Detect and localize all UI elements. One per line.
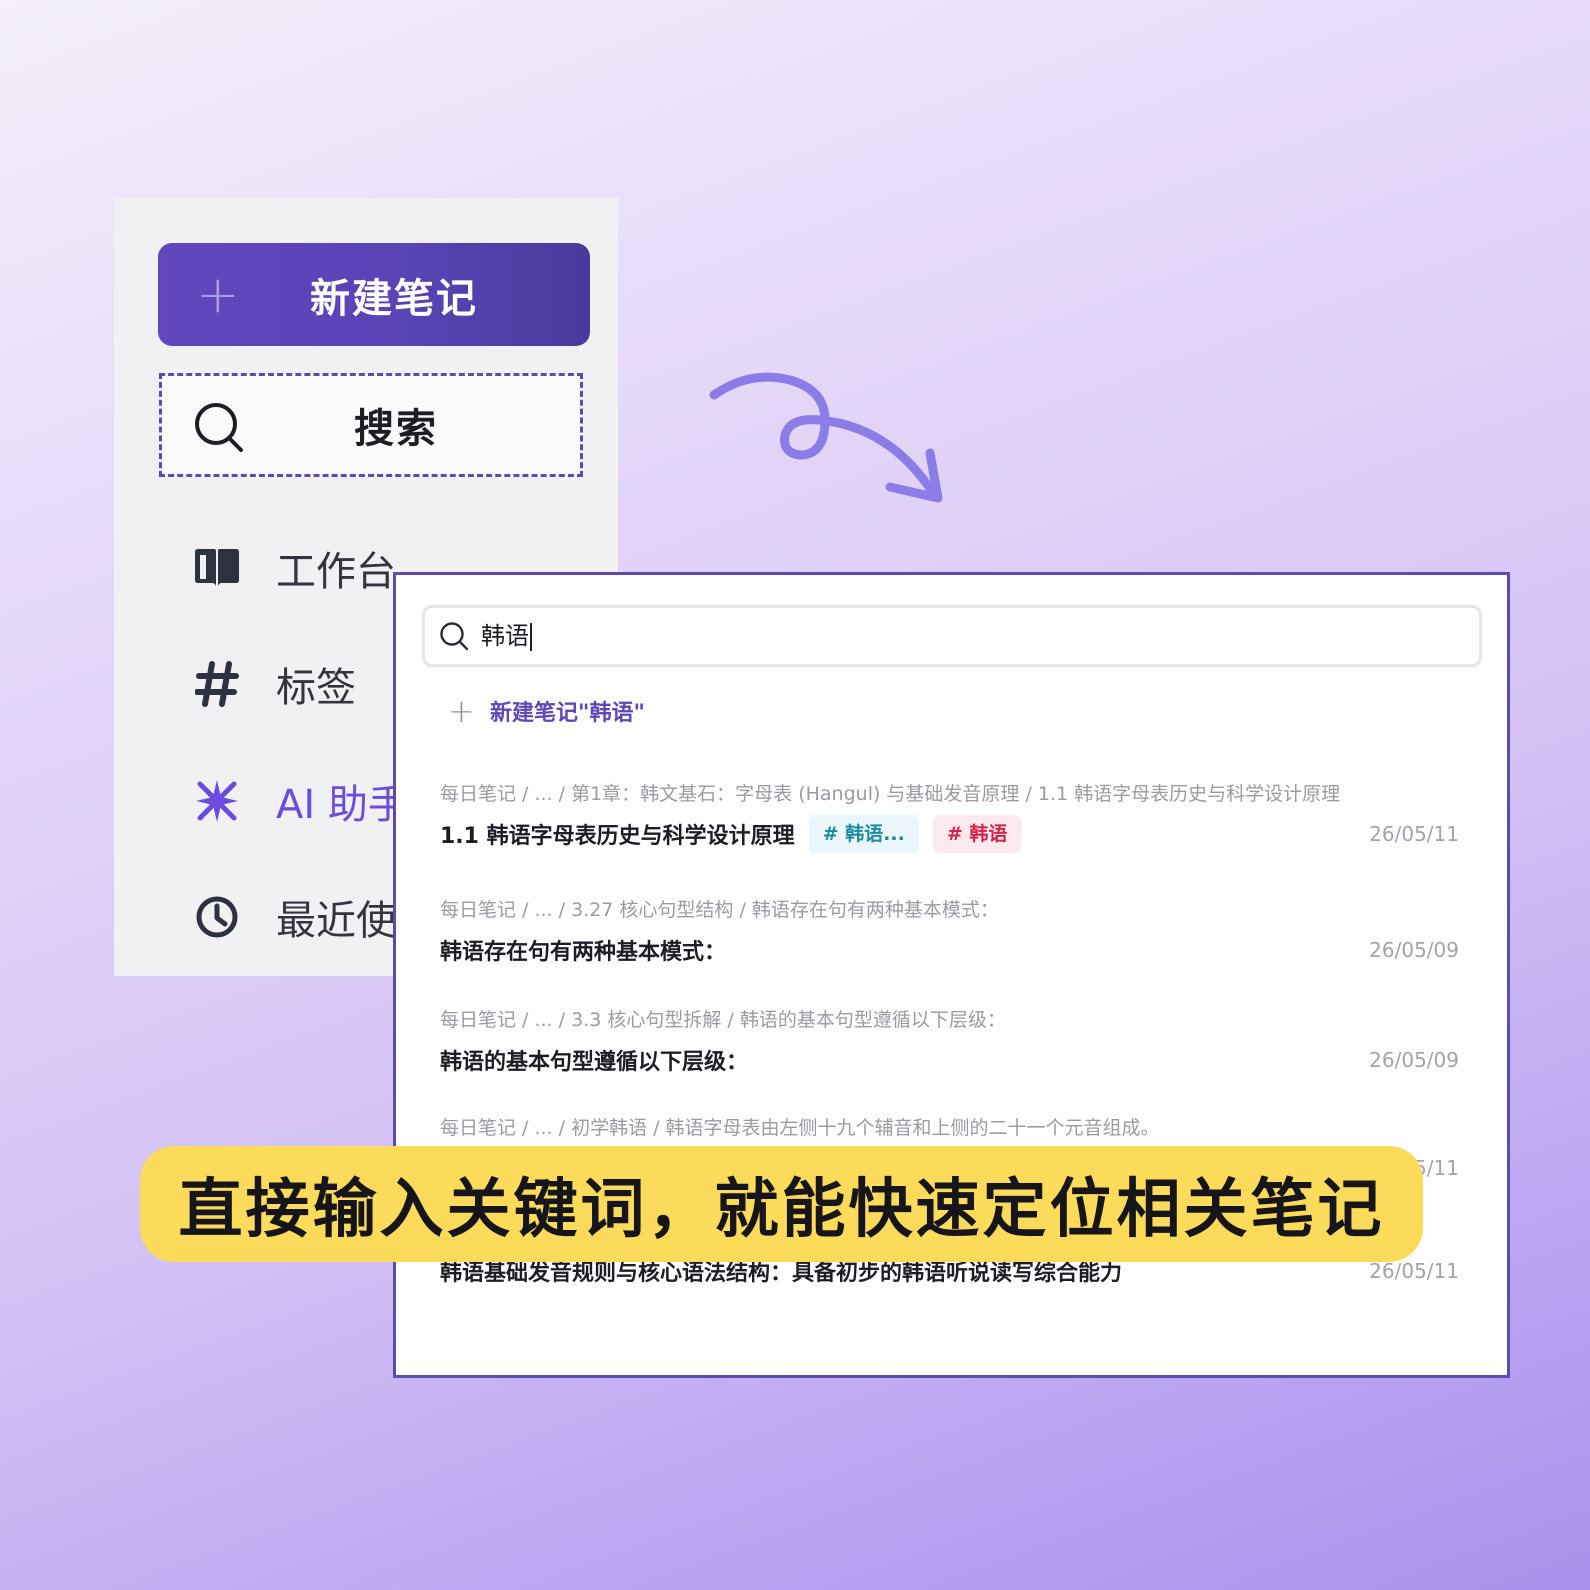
text-caret xyxy=(530,623,532,651)
result-date: 26/05/11 xyxy=(1369,822,1459,846)
search-label: 搜索 xyxy=(354,406,438,452)
result-path: 每日笔记 / ... / 第1章：韩文基石：字母表 (Hangul) 与基础发音… xyxy=(440,783,1341,805)
result-title: 韩语的基本句型遵循以下层级： xyxy=(440,1050,749,1075)
result-path: 每日笔记 / ... / 3.27 核心句型结构 / 韩语存在句有两种基本模式： xyxy=(440,899,999,921)
result-path: 每日笔记 / ... / 3.3 核心句型拆解 / 韩语的基本句型遵循以下层级： xyxy=(440,1009,1006,1031)
search-input[interactable]: 韩语 xyxy=(422,605,1482,667)
result-date: 26/05/11 xyxy=(1369,1259,1459,1283)
search-button[interactable]: 搜索 xyxy=(159,373,583,477)
result-path: 每日笔记 / ... / 初学韩语 / 韩语字母表由左侧十九个辅音和上侧的二十一… xyxy=(440,1117,1160,1139)
new-note-button[interactable]: + 新建笔记 xyxy=(158,243,590,346)
result-date: 26/05/09 xyxy=(1369,938,1459,962)
result-date: 26/05/09 xyxy=(1369,1048,1459,1072)
search-icon xyxy=(439,621,469,651)
sidebar-item-label: AI 助手 xyxy=(276,782,408,828)
create-note-label: 新建笔记"韩语" xyxy=(490,701,645,726)
sidebar-item-workbench[interactable]: 工作台 xyxy=(192,538,396,598)
create-note-from-query[interactable]: + 新建笔记"韩语" xyxy=(448,691,645,731)
tag-badge[interactable]: # 韩语 xyxy=(932,815,1022,853)
search-result-item[interactable]: 每日笔记 / ... / 3.3 核心句型拆解 / 韩语的基本句型遵循以下层级：… xyxy=(440,1005,1459,1080)
plus-icon: + xyxy=(448,692,475,730)
caption-banner: 直接输入关键词，就能快速定位相关笔记 xyxy=(140,1146,1423,1262)
search-result-item[interactable]: 每日笔记 / ... / 第1章：韩文基石：字母表 (Hangul) 与基础发音… xyxy=(440,779,1459,854)
tag-badge[interactable]: # 韩语... xyxy=(808,815,919,853)
sidebar-item-label: 标签 xyxy=(276,665,356,711)
sidebar-item-label: 工作台 xyxy=(276,549,396,595)
curly-arrow-icon xyxy=(709,372,943,503)
sidebar-item-recent[interactable]: 最近使 xyxy=(192,887,396,947)
search-input-value: 韩语 xyxy=(481,608,532,664)
book-icon xyxy=(192,543,242,593)
clock-icon xyxy=(192,892,242,942)
sparkle-icon xyxy=(192,776,242,826)
sidebar-item-label: 最近使 xyxy=(276,898,396,944)
sidebar-item-tags[interactable]: 标签 xyxy=(192,654,356,714)
search-result-item[interactable]: 每日笔记 / ... / 3.27 核心句型结构 / 韩语存在句有两种基本模式：… xyxy=(440,895,1459,970)
result-title: 1.1 韩语字母表历史与科学设计原理 xyxy=(440,824,795,849)
hash-icon xyxy=(192,659,242,709)
new-note-label: 新建笔记 xyxy=(310,275,478,322)
result-title: 韩语存在句有两种基本模式： xyxy=(440,940,727,965)
sidebar-item-ai-assistant[interactable]: AI 助手 xyxy=(192,771,408,831)
